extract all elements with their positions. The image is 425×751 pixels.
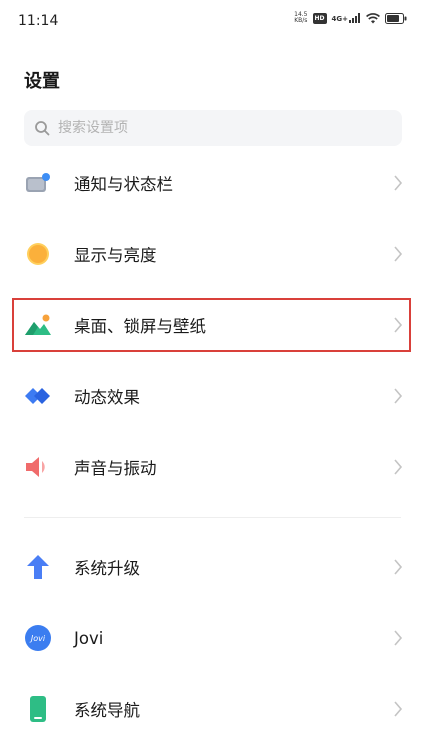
signal-label: 4G+ [331,15,348,23]
status-indicators: 14.5 KB/s HD 4G+ [294,12,407,24]
chevron-right-icon [394,459,403,475]
settings-item-jovi[interactable]: Jovi Jovi [0,603,425,673]
network-speed: 14.5 KB/s [294,12,307,24]
settings-item-label: 显示与亮度 [74,246,157,265]
system-navigation-icon [24,695,52,723]
chevron-right-icon [394,559,403,575]
cellular-signal-icon: 4G+ [332,13,361,23]
settings-item-label: 动态效果 [74,388,140,407]
page-title: 设置 [24,71,60,92]
settings-item-notification[interactable]: 通知与状态栏 [0,148,425,218]
svg-text:Jovi: Jovi [29,634,46,643]
dynamic-effect-icon [24,382,52,410]
battery-icon [385,12,407,24]
highlight-box [12,298,411,352]
settings-item-dynamic-effects[interactable]: 动态效果 [0,361,425,431]
search-input[interactable] [56,119,390,137]
network-speed-unit: KB/s [294,17,308,24]
jovi-icon: Jovi [24,624,52,652]
status-time: 11:14 [18,13,59,29]
chevron-right-icon [394,701,403,717]
display-brightness-icon [24,240,52,268]
chevron-right-icon [394,175,403,191]
chevron-right-icon [394,630,403,646]
settings-item-label: 系统导航 [74,701,140,720]
settings-item-label: 通知与状态栏 [74,175,173,194]
settings-item-system-navigation[interactable]: 系统导航 [0,674,425,744]
settings-item-sound[interactable]: 声音与振动 [0,432,425,502]
hd-icon: HD [312,12,327,24]
chevron-right-icon [394,246,403,262]
settings-item-label: 系统升级 [74,559,140,578]
chevron-right-icon [394,388,403,404]
settings-item-system-upgrade[interactable]: 系统升级 [0,532,425,602]
wifi-icon [366,12,380,23]
status-bar: 11:14 14.5 KB/s HD 4G+ [0,0,425,44]
sound-icon [24,453,52,481]
settings-item-display[interactable]: 显示与亮度 [0,219,425,289]
settings-item-label: Jovi [74,628,104,648]
search-bar[interactable] [24,110,402,146]
notification-icon [24,169,52,197]
section-divider [24,517,401,518]
search-icon [35,121,50,136]
system-upgrade-icon [24,553,52,581]
settings-item-label: 声音与振动 [74,459,157,478]
